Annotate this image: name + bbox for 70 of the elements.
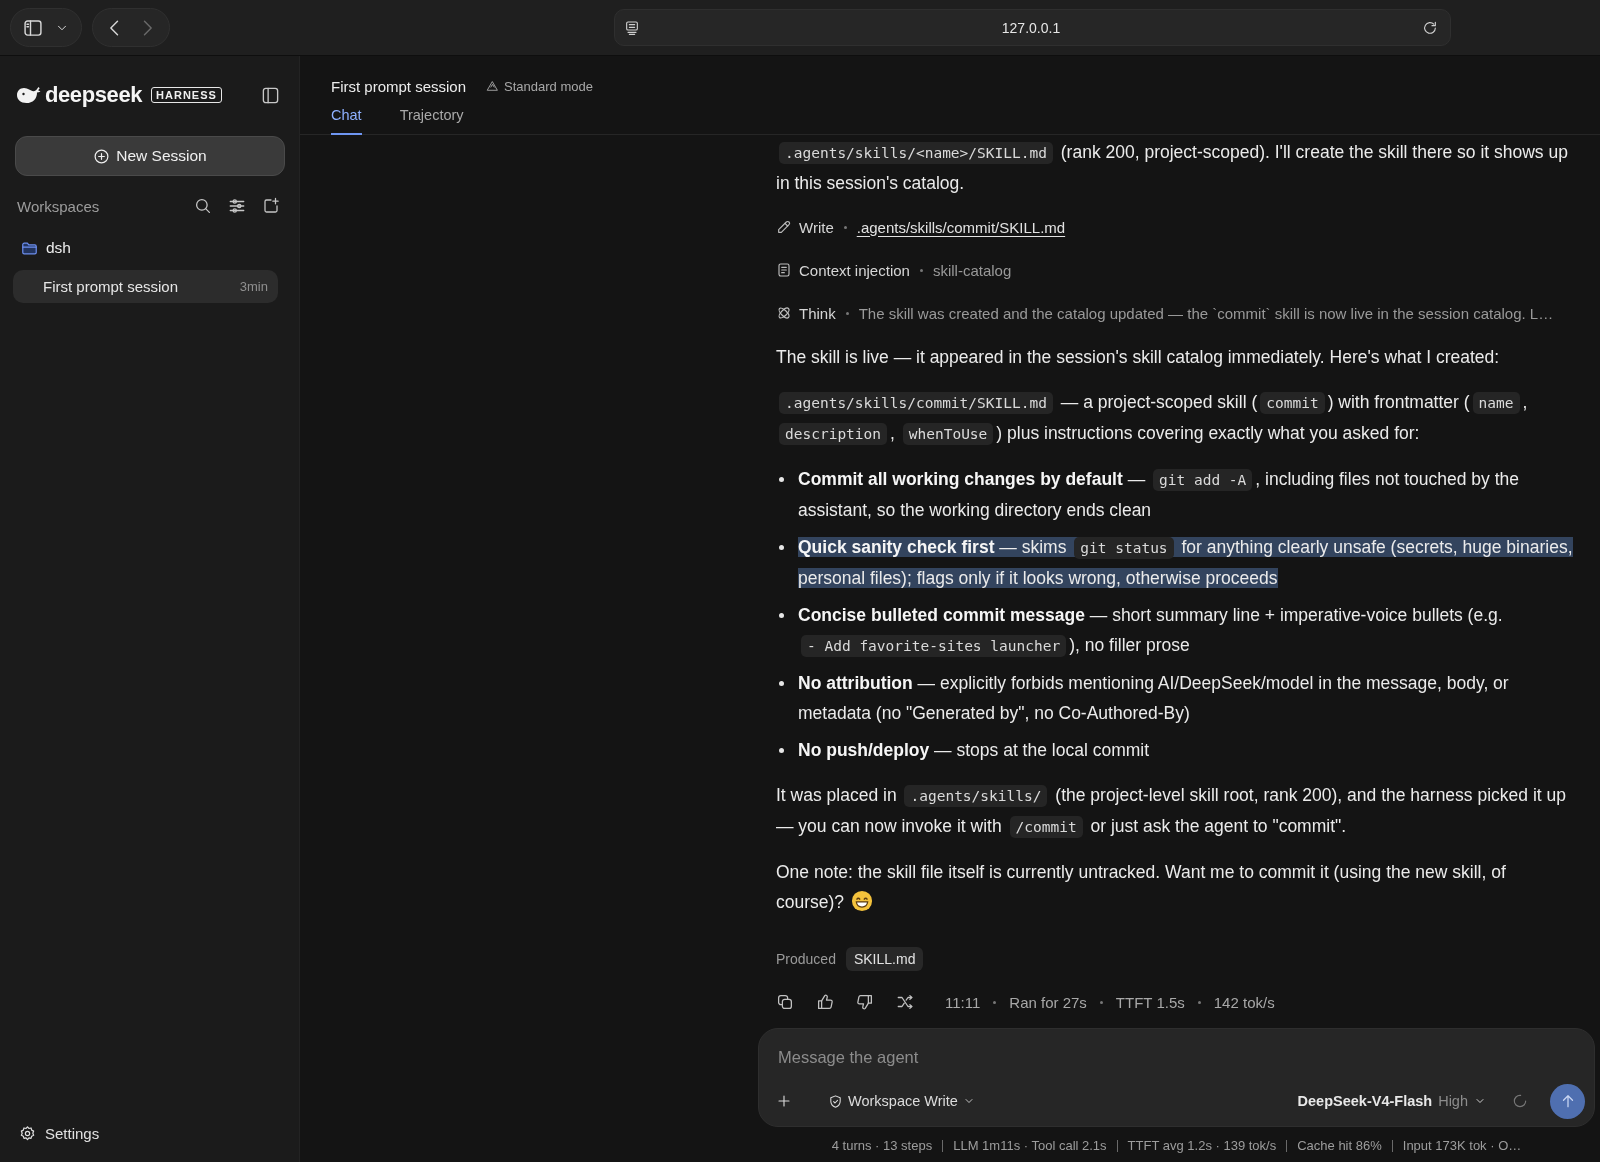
settings-link[interactable]: Settings	[15, 1121, 284, 1145]
reload-icon[interactable]	[1422, 19, 1438, 36]
bullet-icon	[779, 747, 784, 753]
step-detail: skill-catalog	[932, 261, 1012, 279]
thumbs-up-icon[interactable]	[816, 993, 834, 1011]
thumbs-down-icon[interactable]	[856, 993, 874, 1011]
message-paragraph: .agents/skills/<name>/SKILL.md (rank 200, project-scoped). I'll create the skill there so it shows up in this session's catalog.	[776, 141, 1569, 195]
plus-circle-icon	[93, 147, 111, 165]
pencil-icon	[776, 219, 792, 235]
mode-label: Standard mode	[504, 78, 593, 94]
list-item-text: No push/deploy — stops at the local commit	[798, 739, 1151, 762]
message-meta: 142 tok/s	[1213, 993, 1275, 1011]
produced-label: Produced	[776, 951, 836, 967]
shuffle-icon[interactable]	[896, 993, 914, 1011]
tab[interactable]: Trajectory	[399, 103, 464, 135]
search-icon[interactable]	[194, 197, 212, 215]
session-item[interactable]: First prompt session 3min	[13, 270, 278, 303]
section-label: Workspaces	[17, 197, 100, 215]
copy-icon[interactable]	[776, 993, 794, 1011]
message-paragraph: One note: the skill file itself is currently untracked. Want me to commit it (using the new skill, of course)?	[776, 861, 1507, 914]
file-link[interactable]: .agents/skills/commit/SKILL.md	[856, 218, 1066, 236]
list-item-text: No attribution — explicitly forbids mentioning AI/DeepSeek/model in the message, body, or metadata (no "Generated by", no Co-Authored-By)	[798, 672, 1510, 725]
list-item-text: Quick sanity check first — skims git status for anything clearly unsafe (secrets, huge binaries, personal files); flags only if it looks wrong, otherwise proceeds	[798, 536, 1574, 590]
workspace-item[interactable]: dsh	[15, 234, 284, 262]
atom-icon	[776, 305, 792, 321]
bullet-icon	[779, 680, 784, 686]
step-label: Write	[799, 218, 834, 236]
message-meta: Ran for 27s	[1009, 993, 1087, 1011]
status-item: 4 turns · 13 steps	[831, 1138, 933, 1153]
step-detail: The skill was created and the catalog updated — the `commit` skill is now live in the session catalog. L…	[858, 304, 1554, 322]
message-meta: 11:11	[945, 993, 981, 1011]
file-chip[interactable]: SKILL.md	[845, 947, 924, 971]
session-title: First prompt session	[331, 77, 467, 95]
whale-logo-icon	[16, 85, 42, 105]
message-composer[interactable]: Message the agent Workspace Write DeepSeek-V4-Flash High	[758, 1028, 1595, 1127]
sidebar-icon[interactable]	[23, 17, 43, 38]
grinning-face-icon	[851, 890, 874, 912]
bullet-icon	[779, 544, 784, 550]
logo-wordmark: deepseek	[45, 82, 143, 108]
gear-icon	[19, 1124, 36, 1142]
bullet-icon	[779, 612, 784, 618]
model-dropdown[interactable]: DeepSeek-V4-Flash High	[1297, 1093, 1486, 1109]
status-item: TTFT avg 1.2s · 139 tok/s	[1127, 1138, 1277, 1153]
new-session-button[interactable]: New Session	[15, 136, 285, 176]
send-button[interactable]	[1550, 1083, 1585, 1119]
plus-icon[interactable]	[776, 1093, 792, 1109]
message-paragraph: The skill is live — it appeared in the session's skill catalog immediately. Here's what I created:	[776, 346, 1501, 369]
step-label: Context injection	[799, 261, 910, 279]
sidebar-toggle-icon[interactable]	[261, 85, 280, 105]
permission-dropdown[interactable]: Workspace Write	[824, 1089, 979, 1113]
message-meta: TTFT 1.5s	[1115, 993, 1185, 1011]
address-bar[interactable]: 127.0.0.1	[614, 9, 1451, 46]
logo-badge: HARNESS	[151, 87, 222, 103]
message-paragraph: .agents/skills/commit/SKILL.md — a project-scoped skill ( commit ) with frontmatter ( name , description , whenToUse ) plus instructions covering exactly what you asked for:	[776, 387, 1577, 449]
list-item-text: Concise bulleted commit message — short summary line + imperative-voice bullets (e.g. - Add favorite-sites launcher ), no filler prose	[798, 604, 1504, 659]
status-item: Cache hit 86%	[1297, 1138, 1382, 1153]
status-item: Input 173K tok · O…	[1402, 1138, 1522, 1153]
status-item: LLM 1m11s · Tool call 2.1s	[953, 1138, 1107, 1153]
loading-ring-icon	[1512, 1093, 1528, 1109]
new-folder-icon[interactable]	[262, 197, 280, 215]
message-input[interactable]: Message the agent	[761, 1031, 1592, 1083]
bullet-icon	[779, 476, 784, 482]
step-label: Think	[799, 304, 836, 322]
tab[interactable]: Chat	[331, 103, 362, 135]
sliders-icon[interactable]	[228, 197, 246, 215]
triangle-icon	[486, 79, 500, 93]
message-paragraph: It was placed in .agents/skills/ (the project-level skill root, rank 200), and the harness picked it up — you can now invoke it with /commit or just ask the agent to "commit".	[776, 784, 1567, 840]
document-icon	[776, 262, 792, 278]
shield-icon	[828, 1093, 843, 1109]
reader-icon[interactable]	[624, 19, 640, 36]
